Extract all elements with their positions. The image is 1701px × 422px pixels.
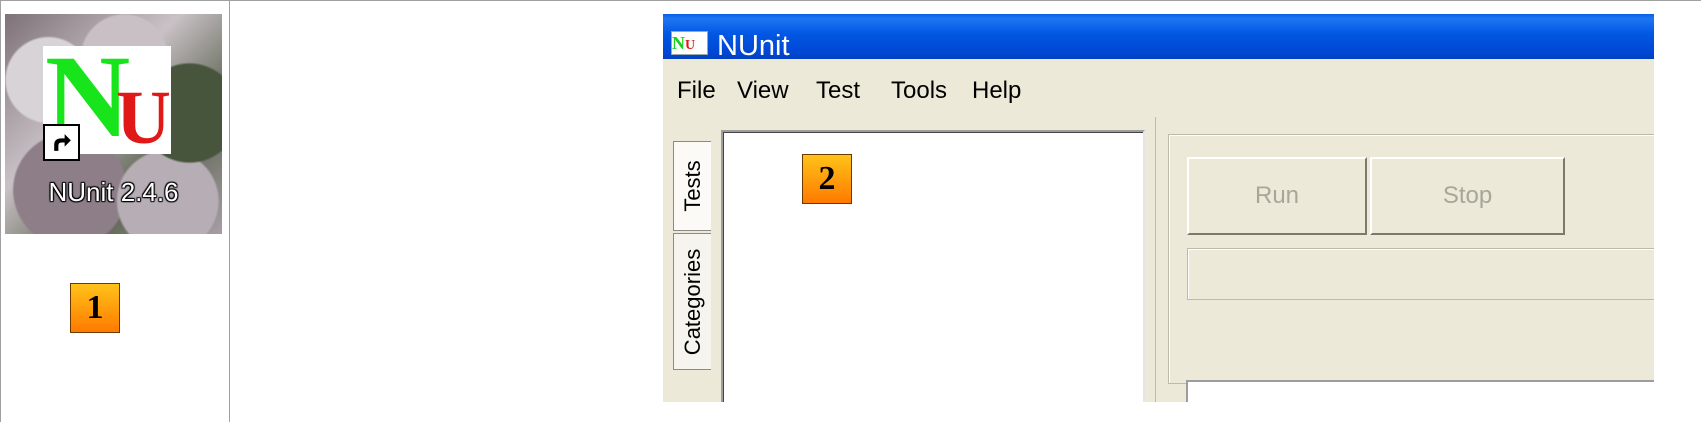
test-tree-panel[interactable] (721, 130, 1145, 402)
nunit-desktop-shortcut[interactable]: N U NUnit 2.4.6 (5, 14, 222, 234)
step-badge-2: 2 (802, 154, 852, 204)
desktop-icon-label: NUnit 2.4.6 (48, 177, 179, 207)
menu-tools[interactable]: Tools (891, 77, 947, 105)
table-left-border (0, 0, 1, 422)
nunit-window: NU NUnit File View Test Tools Help Tests… (663, 14, 1654, 402)
tab-categories[interactable]: Categories (673, 233, 711, 370)
step-badge-1: 1 (70, 283, 120, 333)
app-logo-icon: NU (671, 31, 708, 55)
side-tab-strip: Tests Categories (663, 109, 721, 402)
column-divider (229, 0, 230, 422)
menu-view[interactable]: View (737, 77, 789, 105)
logo-letter-u: U (116, 76, 171, 160)
title-bar[interactable]: NU NUnit (663, 14, 1654, 62)
menu-bar: File View Test Tools Help (663, 59, 1654, 109)
menu-test[interactable]: Test (816, 77, 860, 105)
panel-splitter[interactable] (1155, 117, 1166, 402)
results-panel[interactable] (1186, 380, 1654, 402)
stop-button[interactable]: Stop (1370, 157, 1565, 235)
progress-bar (1187, 248, 1654, 300)
menu-file[interactable]: File (677, 77, 716, 105)
menu-help[interactable]: Help (972, 77, 1021, 105)
tab-tests[interactable]: Tests (673, 141, 711, 231)
shortcut-arrow-icon (43, 124, 80, 161)
run-button[interactable]: Run (1187, 157, 1367, 235)
